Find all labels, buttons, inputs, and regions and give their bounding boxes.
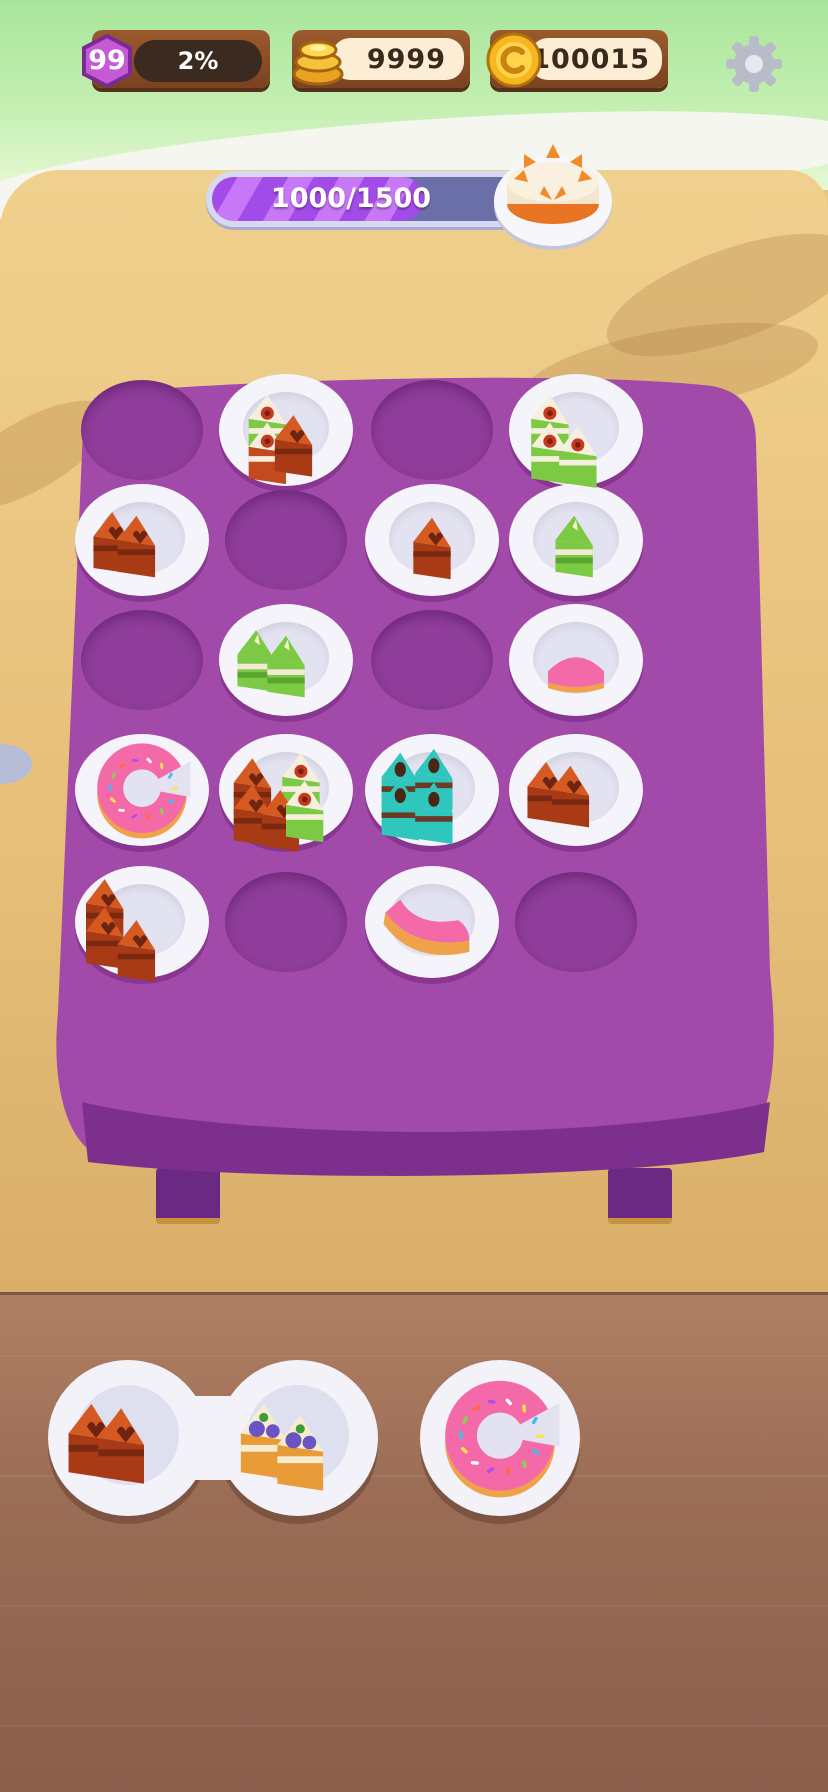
plate-slot[interactable] bbox=[75, 484, 209, 596]
pink-donut-large-icon bbox=[445, 1380, 560, 1498]
xp-percent: 2% bbox=[134, 40, 262, 82]
gear-icon[interactable] bbox=[722, 32, 786, 96]
gems-count: 9999 bbox=[332, 38, 464, 80]
matcha-cake-slices-icon bbox=[237, 630, 305, 698]
plate-slot[interactable] bbox=[509, 604, 643, 716]
pink-donut-large-icon bbox=[97, 743, 191, 839]
plate-slot[interactable] bbox=[509, 374, 643, 488]
empty-slot[interactable] bbox=[81, 380, 203, 480]
goal-progress-bar: 1000/1500 bbox=[206, 171, 536, 227]
empty-slot[interactable] bbox=[225, 872, 347, 972]
empty-slot[interactable] bbox=[515, 872, 637, 972]
progress-text: 1000/1500 bbox=[270, 183, 432, 214]
empty-slot[interactable] bbox=[81, 610, 203, 710]
chocolate-heart-slices-icon bbox=[68, 1403, 144, 1484]
coins-count: 100015 bbox=[530, 38, 662, 80]
chocolate-and-cream-cake-mix-icon bbox=[233, 752, 324, 852]
empty-slot[interactable] bbox=[371, 610, 493, 710]
plate-slot[interactable] bbox=[75, 734, 209, 846]
chocolate-heart-slices-icon bbox=[527, 762, 590, 828]
plate-slot[interactable] bbox=[365, 866, 499, 978]
cream-cake-slices-with-green-layer-icon bbox=[531, 394, 597, 488]
teal-chocolate-cake-icon bbox=[381, 748, 453, 845]
pink-donut-half-icon bbox=[383, 899, 470, 956]
plate-slot[interactable] bbox=[365, 484, 499, 596]
matcha-cake-slice-icon bbox=[555, 515, 593, 578]
empty-slot[interactable] bbox=[225, 490, 347, 590]
plate-slot[interactable] bbox=[219, 374, 353, 486]
gold-stack-icon bbox=[292, 40, 344, 86]
chocolate-heart-slice-icon bbox=[413, 517, 451, 580]
plate-slot[interactable] bbox=[219, 604, 353, 716]
gold-coin-icon bbox=[486, 32, 542, 88]
orange-cake-icon bbox=[507, 144, 599, 224]
plate-slot[interactable] bbox=[219, 734, 353, 852]
tray-plate[interactable] bbox=[218, 1360, 378, 1516]
plate-slot[interactable] bbox=[75, 866, 209, 982]
plate-slot[interactable] bbox=[509, 484, 643, 596]
tray-plate[interactable] bbox=[48, 1360, 208, 1516]
plate-slot[interactable] bbox=[509, 734, 643, 846]
level-number: 99 bbox=[88, 45, 126, 76]
plate-slot[interactable] bbox=[365, 734, 499, 846]
empty-slot[interactable] bbox=[371, 380, 493, 480]
pink-donut-piece-icon bbox=[548, 657, 604, 693]
cream-cake-slices-with-chocolate-slice-icon bbox=[248, 394, 313, 485]
tray-plate[interactable] bbox=[420, 1360, 580, 1516]
chocolate-heart-slices-stack-icon bbox=[86, 879, 156, 982]
chocolate-heart-slices-icon bbox=[93, 512, 156, 578]
blueberry-cheesecake-slices-icon bbox=[240, 1403, 324, 1491]
